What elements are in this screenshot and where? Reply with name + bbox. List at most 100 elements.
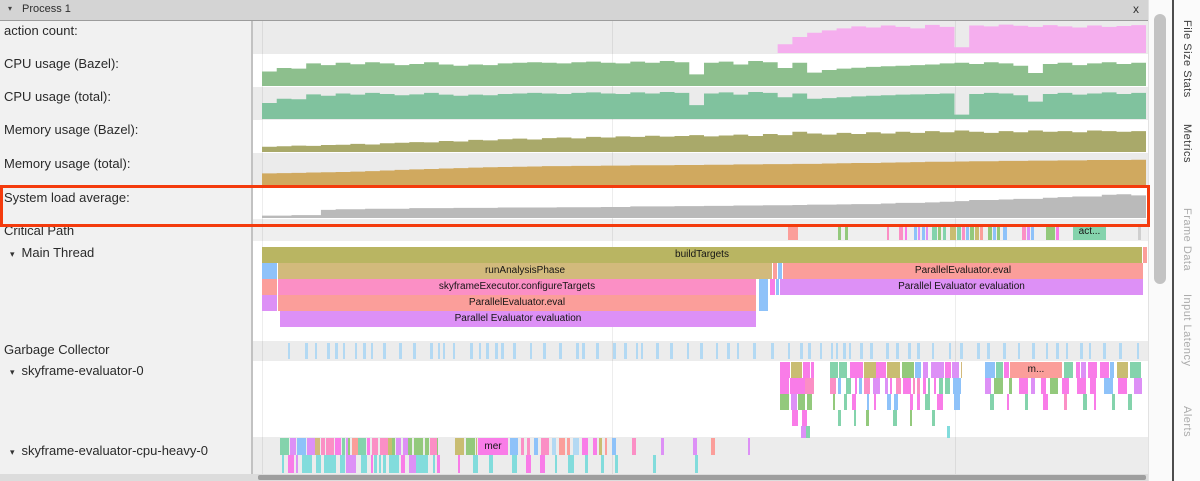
trace-event[interactable] [495, 343, 498, 359]
trace-event-parallel-evaluator-evaluation[interactable]: Parallel Evaluator evaluation [280, 311, 756, 327]
thread-track-skyframe-evaluator-cpu-heavy-0[interactable]: ▾skyframe-evaluator-cpu-heavy-0 [10, 443, 208, 458]
trace-event[interactable] [806, 426, 810, 438]
trace-event[interactable] [324, 455, 336, 473]
trace-event[interactable] [950, 224, 956, 240]
trace-event[interactable] [599, 438, 602, 455]
trace-event-skyframeexecutor-configuretargets[interactable]: skyframeExecutor.configureTargets [278, 279, 756, 295]
trace-event[interactable] [1056, 343, 1059, 359]
trace-event[interactable] [807, 394, 812, 410]
trace-event[interactable] [399, 343, 402, 359]
trace-event[interactable] [1119, 343, 1122, 359]
trace-event[interactable] [820, 343, 822, 359]
trace-event[interactable] [903, 378, 911, 394]
trace-event[interactable] [845, 224, 848, 240]
trace-event[interactable] [830, 362, 838, 378]
trace-event[interactable] [555, 455, 557, 473]
trace-event[interactable] [585, 455, 588, 473]
trace-event[interactable] [771, 343, 774, 359]
trace-event[interactable] [850, 362, 863, 378]
trace-event[interactable] [1003, 224, 1007, 240]
trace-event-parallelevaluator-eval[interactable]: ParallelEvaluator.eval [783, 263, 1143, 279]
trace-event[interactable] [1018, 343, 1020, 359]
tab-frame-data[interactable]: Frame Data [1181, 208, 1193, 271]
trace-event[interactable] [808, 343, 811, 359]
trace-event[interactable] [367, 438, 370, 455]
trace-event[interactable] [559, 343, 562, 359]
trace-event[interactable] [576, 343, 579, 359]
trace-event[interactable] [798, 394, 805, 410]
trace-event[interactable] [392, 438, 395, 455]
trace-event[interactable] [917, 343, 920, 359]
trace-event[interactable] [893, 410, 897, 426]
trace-event[interactable] [489, 455, 493, 473]
trace-event[interactable] [859, 378, 862, 394]
trace-event[interactable] [954, 394, 960, 410]
trace-event[interactable] [1022, 224, 1026, 240]
trace-event[interactable] [1081, 362, 1086, 378]
trace-event[interactable] [1009, 378, 1012, 394]
trace-event[interactable] [800, 343, 803, 359]
trace-event[interactable] [970, 224, 974, 240]
trace-event[interactable] [838, 378, 841, 394]
close-process-button[interactable]: x [1128, 2, 1144, 16]
trace-event[interactable] [896, 378, 901, 394]
trace-event[interactable] [1104, 378, 1113, 394]
trace-event[interactable] [780, 394, 789, 410]
trace-event[interactable] [613, 343, 616, 359]
trace-event[interactable] [693, 438, 697, 455]
vertical-scrollbar[interactable] [1148, 0, 1173, 481]
trace-event[interactable] [458, 455, 460, 473]
counter-chart-cpu-usage-bazel[interactable] [262, 57, 1146, 86]
trace-event[interactable] [1041, 378, 1046, 394]
trace-event[interactable] [413, 343, 416, 359]
trace-event[interactable] [396, 438, 401, 455]
trace-event[interactable] [541, 438, 549, 455]
trace-event-buildtargets[interactable]: buildTargets [262, 247, 1142, 263]
trace-event[interactable] [573, 438, 579, 455]
trace-event[interactable] [990, 394, 994, 410]
trace-event[interactable] [1100, 362, 1109, 378]
trace-event[interactable] [389, 455, 399, 473]
trace-event[interactable] [371, 343, 373, 359]
trace-event[interactable] [282, 455, 284, 473]
trace-event[interactable] [473, 455, 478, 473]
process-header[interactable]: ▾ Process 1 x [0, 0, 1148, 21]
trace-event[interactable] [383, 455, 386, 473]
trace-event[interactable] [737, 343, 739, 359]
collapse-thread-icon[interactable]: ▾ [10, 367, 15, 377]
trace-event[interactable] [873, 378, 880, 394]
trace-event[interactable] [975, 224, 979, 240]
trace-event[interactable] [890, 378, 892, 394]
trace-event[interactable] [1064, 394, 1067, 410]
trace-event[interactable] [543, 343, 546, 359]
trace-event[interactable] [932, 224, 937, 240]
collapse-process-icon[interactable]: ▾ [8, 4, 12, 13]
trace-event[interactable] [727, 343, 730, 359]
trace-event[interactable] [1003, 343, 1006, 359]
trace-event[interactable] [932, 343, 934, 359]
trace-event[interactable] [780, 378, 789, 394]
trace-event[interactable] [860, 343, 863, 359]
trace-event[interactable] [987, 343, 990, 359]
trace-event[interactable] [985, 362, 995, 378]
trace-event[interactable] [305, 343, 308, 359]
trace-event[interactable] [453, 343, 455, 359]
tab-input-latency[interactable]: Input Latency [1181, 294, 1193, 367]
tab-metrics[interactable]: Metrics [1181, 124, 1193, 163]
trace-event[interactable] [1031, 378, 1035, 394]
trace-event[interactable] [1031, 224, 1034, 240]
trace-event[interactable] [773, 263, 777, 279]
trace-event[interactable] [342, 438, 345, 455]
trace-event[interactable] [615, 455, 618, 473]
trace-event[interactable] [280, 438, 289, 455]
trace-event[interactable] [923, 378, 926, 394]
trace-event[interactable] [530, 343, 532, 359]
trace-event[interactable] [374, 455, 377, 473]
trace-event[interactable] [852, 394, 856, 410]
trace-event[interactable] [315, 343, 317, 359]
trace-event[interactable] [923, 362, 928, 378]
trace-event[interactable] [540, 455, 545, 473]
trace-event[interactable] [315, 438, 320, 455]
trace-event[interactable] [527, 438, 530, 455]
trace-event[interactable] [425, 438, 429, 455]
